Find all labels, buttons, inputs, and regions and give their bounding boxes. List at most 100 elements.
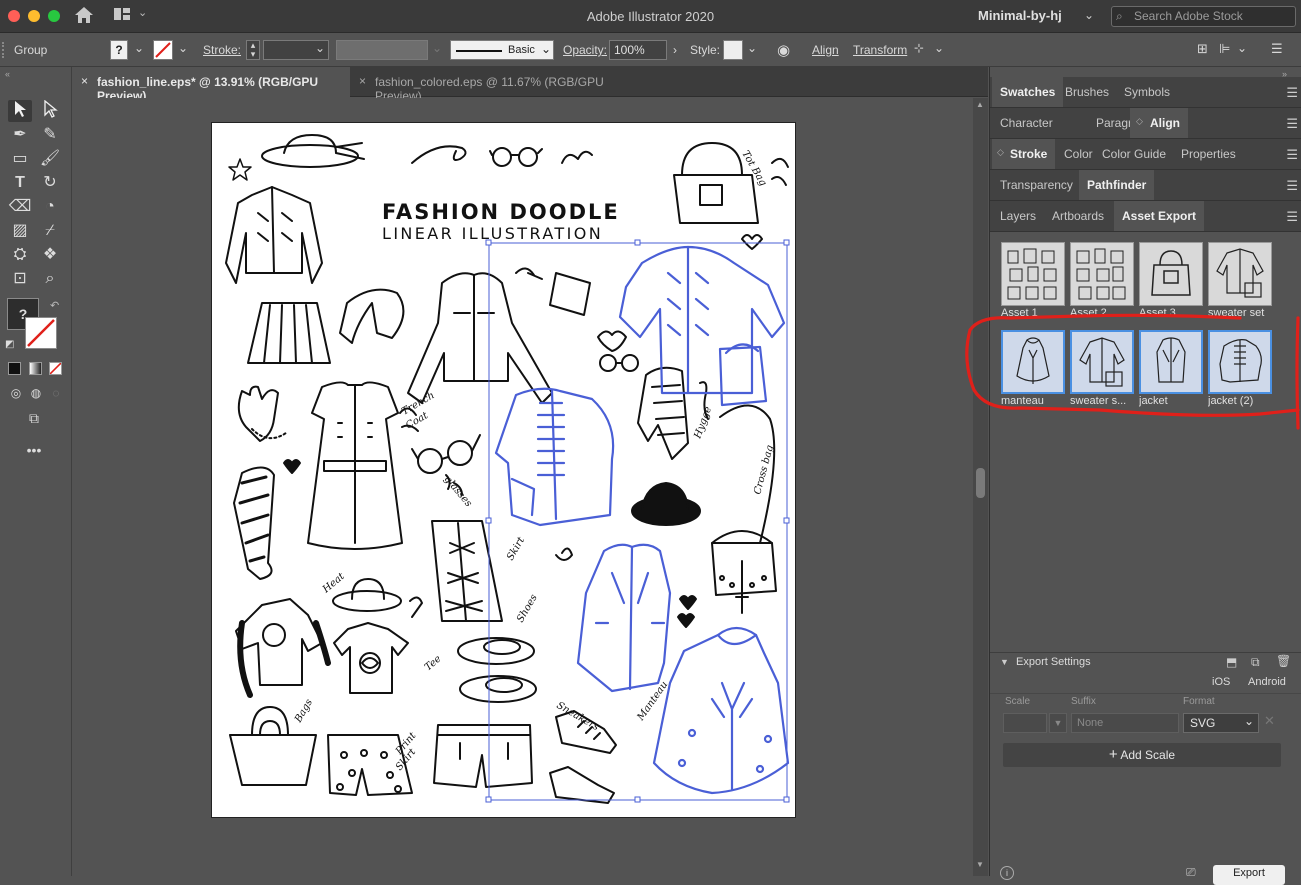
chevron-down-icon[interactable]: ⌄	[934, 41, 944, 55]
tab-asset-export[interactable]: Asset Export	[1114, 201, 1205, 231]
disclosure-triangle-icon[interactable]: ▼	[1000, 657, 1009, 667]
rectangle-tool-icon[interactable]: ▭	[8, 148, 32, 170]
panel-menu-icon[interactable]: ☰	[1271, 41, 1283, 57]
export-for-screens-icon[interactable]: ⎚	[1186, 865, 1196, 880]
asset-tile[interactable]: Asset 2	[1070, 242, 1134, 319]
panel-menu-icon[interactable]: ☰	[1286, 116, 1298, 132]
more-tools-icon[interactable]: •••	[22, 439, 46, 461]
selection-tool-icon[interactable]	[8, 100, 32, 122]
change-screen-mode-icon[interactable]: ⧉	[22, 407, 46, 429]
none-mode-icon[interactable]	[49, 362, 62, 375]
warp-tool-icon[interactable]: ◔	[38, 196, 62, 218]
tab-brushes[interactable]: Brushes	[1057, 77, 1117, 107]
scroll-down-icon[interactable]: ▼	[976, 860, 984, 869]
asset-tile[interactable]: Asset 3	[1139, 242, 1203, 319]
shape-builder-tool-icon[interactable]: ⛭	[8, 244, 32, 266]
color-mode-icon[interactable]	[8, 362, 21, 375]
pen-tool-icon[interactable]: ✒	[8, 124, 32, 146]
tab-fashion-colored[interactable]: × fashion_colored.eps @ 11.67% (RGB/GPU …	[350, 67, 640, 103]
isolate-group-icon[interactable]: ⊞	[1197, 41, 1208, 57]
window-close-button[interactable]	[8, 10, 20, 22]
opacity-field[interactable]: 100%	[609, 40, 667, 60]
transform-options-icon[interactable]: ⊹	[914, 41, 924, 55]
tab-artboards[interactable]: Artboards	[1044, 201, 1112, 231]
panel-menu-icon[interactable]: ☰	[1286, 178, 1298, 194]
trash-icon[interactable]: 🗑	[1276, 654, 1291, 668]
align-left-icon[interactable]: ⊫	[1219, 41, 1230, 57]
tab-transparency[interactable]: Transparency	[992, 170, 1081, 200]
platform-ios-link[interactable]: iOS	[1212, 676, 1230, 688]
direct-selection-tool-icon[interactable]	[38, 99, 62, 122]
asset-tile[interactable]: sweater set	[1208, 242, 1272, 319]
opacity-label[interactable]: Opacity:	[563, 43, 607, 57]
suffix-input[interactable]: None	[1071, 713, 1179, 733]
chevron-down-icon[interactable]: ⌄	[134, 41, 144, 55]
stroke-swatch[interactable]	[153, 40, 173, 60]
asset-tile[interactable]: Asset 1	[1001, 242, 1065, 319]
close-icon[interactable]: ×	[81, 74, 88, 88]
window-zoom-button[interactable]	[48, 10, 60, 22]
home-icon[interactable]	[74, 6, 94, 29]
add-to-export-icon[interactable]: ⬒	[1226, 655, 1237, 669]
recolor-artwork-icon[interactable]: ◉	[777, 41, 790, 59]
fill-swatch[interactable]: ?	[110, 40, 128, 60]
add-scale-button[interactable]: + Add Scale	[1003, 743, 1281, 767]
brush-definition-select[interactable]: Basic ⌄	[450, 40, 554, 60]
chevron-right-icon[interactable]: ›	[673, 43, 677, 57]
chevron-down-icon[interactable]: ⌄	[1237, 41, 1247, 55]
tab-color-guide[interactable]: Color Guide	[1094, 139, 1174, 169]
chevron-down-icon[interactable]: ▼	[1049, 713, 1067, 733]
tab-align[interactable]: ◇ Align	[1130, 108, 1188, 138]
artboard-tool-icon[interactable]: ⊡	[8, 268, 32, 290]
scroll-up-icon[interactable]: ▲	[976, 100, 984, 109]
tab-pathfinder[interactable]: Pathfinder	[1079, 170, 1155, 200]
asset-tile[interactable]: jacket	[1139, 330, 1203, 407]
paintbrush-tool-icon[interactable]: 🖌	[38, 148, 62, 170]
panel-menu-icon[interactable]: ☰	[1286, 85, 1298, 101]
tab-properties[interactable]: Properties	[1173, 139, 1244, 169]
chevron-down-icon[interactable]: ⌄	[178, 41, 188, 55]
asset-tile[interactable]: sweater s...	[1070, 330, 1134, 407]
duplicate-icon[interactable]: ⧉	[1251, 655, 1260, 670]
asset-tile[interactable]: jacket (2)	[1208, 330, 1272, 407]
canvas-vertical-scrollbar[interactable]: ▲ ▼	[973, 98, 988, 876]
window-minimize-button[interactable]	[28, 10, 40, 22]
panel-menu-icon[interactable]: ☰	[1286, 209, 1298, 225]
stroke-label[interactable]: Stroke:	[203, 43, 241, 57]
scrollbar-thumb[interactable]	[976, 468, 985, 498]
curvature-tool-icon[interactable]: ✎	[38, 124, 62, 146]
align-link[interactable]: Align	[812, 43, 839, 57]
panel-menu-icon[interactable]: ☰	[1286, 147, 1298, 163]
tab-stroke[interactable]: ◇ Stroke	[992, 139, 1056, 169]
scale-field[interactable]	[1003, 713, 1047, 733]
workspace-switcher[interactable]: Minimal-by-hj	[978, 8, 1062, 23]
remove-scale-icon[interactable]: ✕	[1264, 713, 1275, 729]
transform-link[interactable]: Transform	[853, 43, 907, 57]
gradient-mode-icon[interactable]	[29, 362, 42, 375]
tab-layers[interactable]: Layers	[992, 201, 1044, 231]
tab-symbols[interactable]: Symbols	[1116, 77, 1178, 107]
asset-export-empty-area[interactable]	[996, 407, 1296, 651]
chevron-down-icon[interactable]: ⌄	[1084, 8, 1094, 22]
symbol-sprayer-tool-icon[interactable]: ❖	[38, 244, 62, 266]
grip-handle[interactable]	[2, 42, 7, 58]
stroke-weight-stepper[interactable]: ▴ ▾	[246, 40, 260, 60]
collapse-panel-icon[interactable]: «	[5, 69, 10, 79]
type-tool-icon[interactable]: T	[8, 172, 32, 194]
variable-width-profile[interactable]	[336, 40, 428, 60]
export-button[interactable]: Export	[1213, 865, 1285, 885]
asset-tile[interactable]: manteau	[1001, 330, 1065, 407]
gradient-tool-icon[interactable]: ▨	[8, 220, 32, 242]
eraser-tool-icon[interactable]: ⌫	[8, 196, 32, 218]
zoom-tool-icon[interactable]: ⌕	[38, 268, 62, 290]
stroke-color-box[interactable]	[25, 317, 57, 349]
chevron-down-icon[interactable]: ⌄	[138, 6, 147, 19]
close-icon[interactable]: ×	[359, 74, 366, 88]
eyedropper-tool-icon[interactable]: ⌿	[38, 220, 62, 242]
info-icon[interactable]: i	[1000, 866, 1014, 880]
platform-android-link[interactable]: Android	[1248, 676, 1286, 688]
chevron-down-icon[interactable]: ⌄	[315, 41, 325, 55]
draw-inside-icon[interactable]: ◌	[44, 382, 68, 404]
tab-fashion-line[interactable]: × fashion_line.eps* @ 13.91% (RGB/GPU Pr…	[72, 67, 350, 103]
swap-fill-stroke-icon[interactable]: ↶	[50, 299, 59, 312]
